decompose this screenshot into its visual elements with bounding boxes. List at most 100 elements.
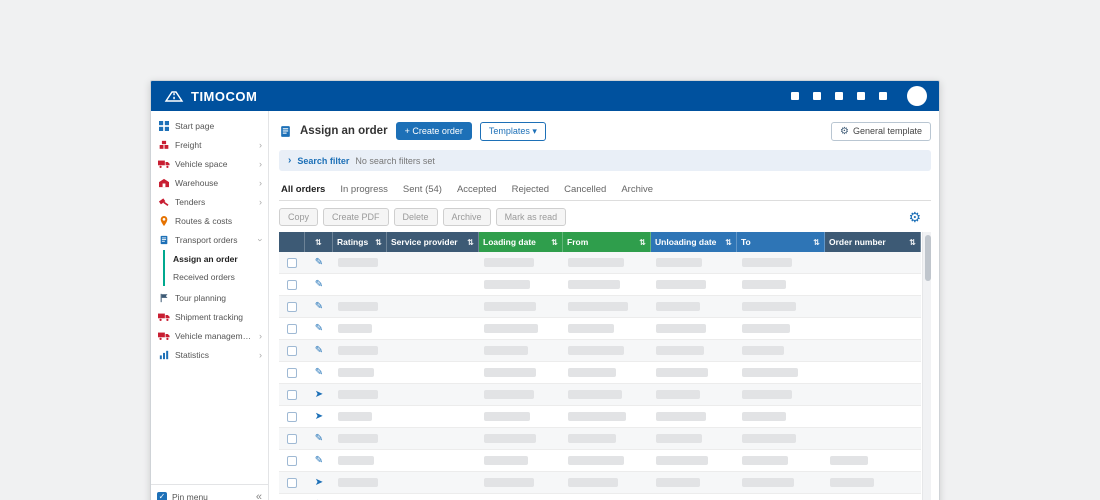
- user-avatar[interactable]: [907, 86, 927, 106]
- table-row[interactable]: ➤: [279, 472, 921, 494]
- sidebar-item-tenders[interactable]: Tenders›: [151, 192, 268, 211]
- cell-unloading-date: [651, 428, 737, 449]
- row-checkbox[interactable]: [287, 302, 297, 312]
- row-checkbox[interactable]: [287, 324, 297, 334]
- row-checkbox[interactable]: [287, 258, 297, 268]
- sort-arrows-icon[interactable]: ⇅: [551, 238, 558, 247]
- sidebar-item-statistics[interactable]: Statistics›: [151, 345, 268, 364]
- column-header-service-provider[interactable]: Service provider⇅: [387, 232, 479, 252]
- cell-to: [737, 340, 825, 361]
- column-header-ratings[interactable]: Ratings⇅: [333, 232, 387, 252]
- paper-plane-icon[interactable]: ➤: [310, 477, 328, 488]
- table-settings-gear-icon[interactable]: ⚙: [908, 210, 921, 224]
- header-app-icon-2[interactable]: [813, 92, 821, 100]
- tab-sent-54[interactable]: Sent (54): [403, 181, 442, 200]
- row-checkbox[interactable]: [287, 346, 297, 356]
- sidebar-item-tour-planning[interactable]: Tour planning: [151, 288, 268, 307]
- pencil-icon[interactable]: ✎: [310, 279, 328, 290]
- column-header-edit[interactable]: ⇅: [305, 232, 333, 252]
- pencil-icon[interactable]: ✎: [310, 455, 328, 466]
- cell-ratings: [333, 428, 387, 449]
- sidebar-item-vehicle-space[interactable]: Vehicle space›: [151, 154, 268, 173]
- table-scrollbar[interactable]: [922, 232, 931, 500]
- column-header-from[interactable]: From⇅: [563, 232, 651, 252]
- table-row[interactable]: ✎: [279, 494, 921, 500]
- search-filter-bar[interactable]: › Search filter No search filters set: [279, 150, 931, 171]
- create-order-button[interactable]: + Create order: [396, 122, 472, 140]
- tab-all-orders[interactable]: All orders: [281, 181, 325, 200]
- templates-button[interactable]: Templates ▾: [480, 122, 546, 141]
- pencil-icon[interactable]: ✎: [310, 323, 328, 334]
- action-buttons: Copy Create PDF Delete Archive Mark as read: [279, 208, 566, 226]
- header-app-icon-3[interactable]: [835, 92, 843, 100]
- sort-arrows-icon[interactable]: ⇅: [375, 238, 382, 247]
- column-header-unloading-date[interactable]: Unloading date⇅: [651, 232, 737, 252]
- redacted-value-placeholder: [338, 324, 372, 333]
- table-row[interactable]: ✎: [279, 274, 921, 296]
- general-template-button[interactable]: ⚙ General template: [831, 122, 931, 141]
- sort-arrows-icon[interactable]: ⇅: [909, 238, 916, 247]
- table-row[interactable]: ✎: [279, 252, 921, 274]
- tab-archive[interactable]: Archive: [621, 181, 653, 200]
- row-checkbox[interactable]: [287, 280, 297, 290]
- header-app-icon-5[interactable]: [879, 92, 887, 100]
- sidebar-item-routes-costs[interactable]: Routes & costs: [151, 211, 268, 230]
- table-row[interactable]: ✎: [279, 340, 921, 362]
- row-checkbox[interactable]: [287, 390, 297, 400]
- table-row[interactable]: ➤: [279, 384, 921, 406]
- pencil-icon[interactable]: ✎: [310, 345, 328, 356]
- table-row[interactable]: ✎: [279, 318, 921, 340]
- sort-arrows-icon[interactable]: ⇅: [639, 238, 646, 247]
- column-header-to[interactable]: To⇅: [737, 232, 825, 252]
- header-app-icon-4[interactable]: [857, 92, 865, 100]
- sort-arrows-icon[interactable]: ⇅: [315, 238, 322, 247]
- sidebar-item-freight[interactable]: Freight›: [151, 135, 268, 154]
- table-row[interactable]: ✎: [279, 296, 921, 318]
- tab-cancelled[interactable]: Cancelled: [564, 181, 606, 200]
- sidebar-item-start-page[interactable]: Start page: [151, 116, 268, 135]
- pencil-icon[interactable]: ✎: [310, 433, 328, 444]
- tab-rejected[interactable]: Rejected: [512, 181, 550, 200]
- column-header-order-number[interactable]: Order number⇅: [825, 232, 921, 252]
- paper-plane-icon[interactable]: ➤: [310, 389, 328, 400]
- archive-button[interactable]: Archive: [443, 208, 491, 226]
- timocom-logo[interactable]: TIMOCOM: [163, 89, 257, 104]
- row-checkbox[interactable]: [287, 412, 297, 422]
- row-checkbox[interactable]: [287, 456, 297, 466]
- sort-arrows-icon[interactable]: ⇅: [467, 238, 474, 247]
- row-checkbox[interactable]: [287, 478, 297, 488]
- paper-plane-icon[interactable]: ➤: [310, 411, 328, 422]
- pencil-icon[interactable]: ✎: [310, 257, 328, 268]
- sidebar-subitem-received-orders[interactable]: Received orders: [165, 268, 268, 286]
- pencil-icon[interactable]: ✎: [310, 367, 328, 378]
- sidebar-item-vehicle-management[interactable]: Vehicle management›: [151, 326, 268, 345]
- sort-arrows-icon[interactable]: ⇅: [813, 238, 820, 247]
- cell-loading-date: [479, 252, 563, 273]
- sidebar-item-warehouse[interactable]: Warehouse›: [151, 173, 268, 192]
- sidebar-item-shipment-tracking[interactable]: Shipment tracking: [151, 307, 268, 326]
- table-row[interactable]: ✎: [279, 450, 921, 472]
- tab-in-progress[interactable]: In progress: [340, 181, 388, 200]
- mark-as-read-button[interactable]: Mark as read: [496, 208, 567, 226]
- header-app-icon-1[interactable]: [791, 92, 799, 100]
- cell-from: [563, 428, 651, 449]
- copy-button[interactable]: Copy: [279, 208, 318, 226]
- table-row[interactable]: ✎: [279, 428, 921, 450]
- row-checkbox[interactable]: [287, 434, 297, 444]
- table-row[interactable]: ✎: [279, 362, 921, 384]
- table-scrollbar-thumb[interactable]: [925, 235, 931, 281]
- delete-button[interactable]: Delete: [394, 208, 438, 226]
- sidebar-item-transport-orders[interactable]: Transport orders›: [151, 230, 268, 249]
- collapse-sidebar-icon[interactable]: «: [256, 491, 262, 500]
- column-header-loading-date[interactable]: Loading date⇅: [479, 232, 563, 252]
- pin-menu-checkbox[interactable]: ✓: [157, 492, 167, 500]
- table-row[interactable]: ➤: [279, 406, 921, 428]
- pencil-icon[interactable]: ✎: [310, 301, 328, 312]
- row-checkbox[interactable]: [287, 368, 297, 378]
- chevron-right-icon: ›: [259, 159, 262, 169]
- redacted-value-placeholder: [830, 456, 868, 465]
- tab-accepted[interactable]: Accepted: [457, 181, 497, 200]
- create-pdf-button[interactable]: Create PDF: [323, 208, 389, 226]
- sidebar-subitem-assign-an-order[interactable]: Assign an order: [165, 250, 268, 268]
- sort-arrows-icon[interactable]: ⇅: [725, 238, 732, 247]
